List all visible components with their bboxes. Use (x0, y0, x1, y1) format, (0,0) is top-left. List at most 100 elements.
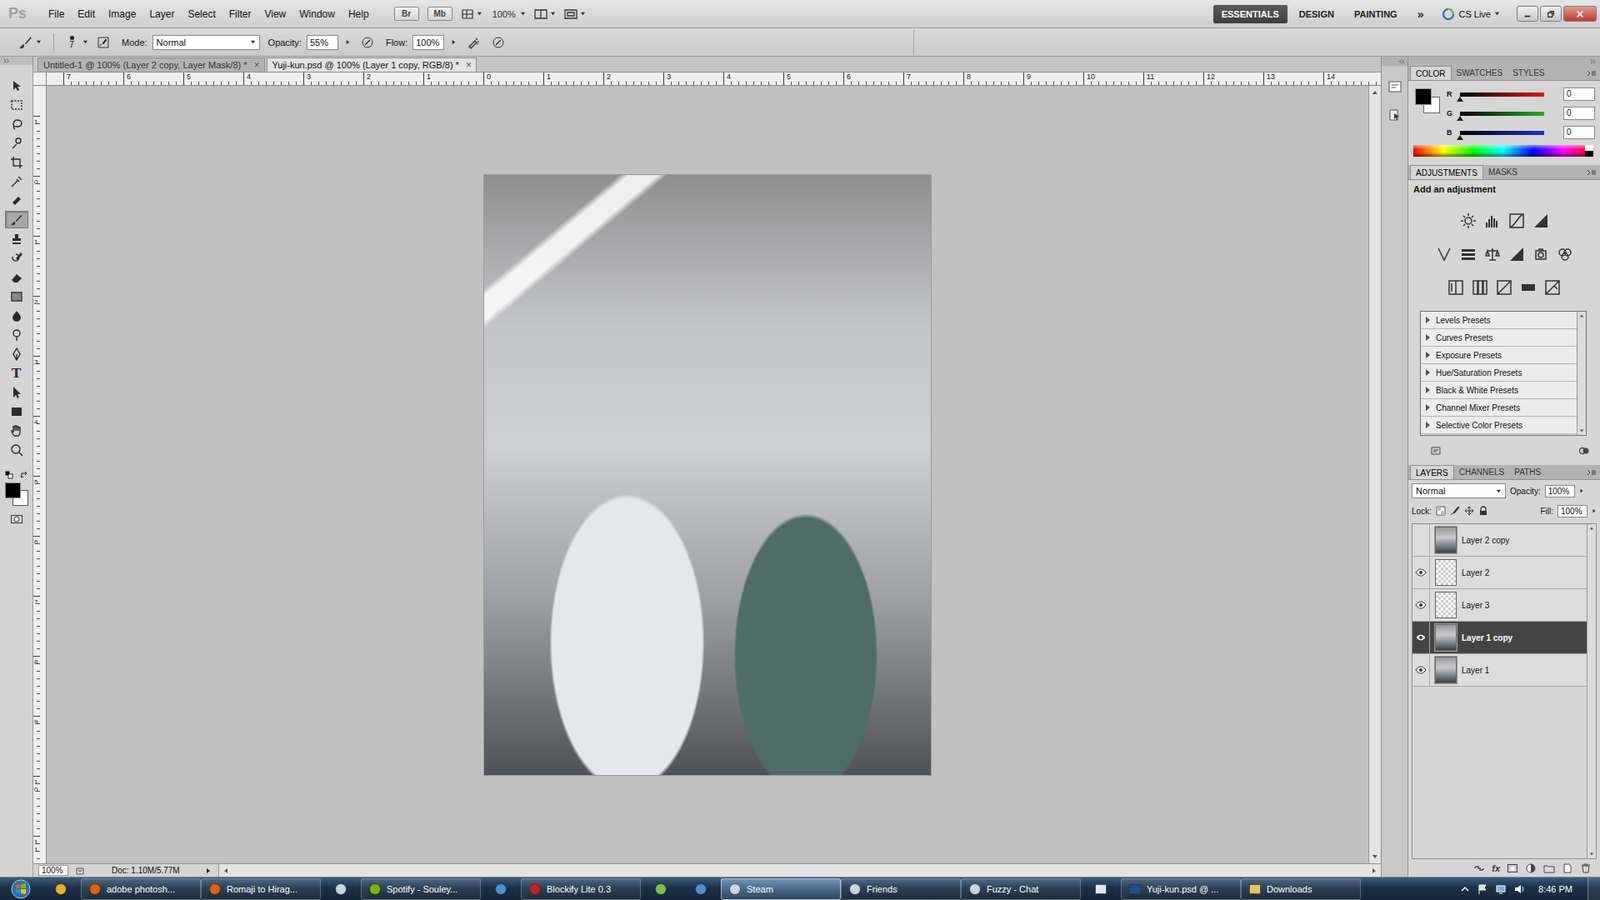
panel-tab[interactable]: SWATCHES (1451, 65, 1509, 80)
panel-tab[interactable]: CHANNELS (1454, 465, 1510, 480)
layer-row[interactable]: Layer 1 copy (1412, 621, 1587, 655)
panel-tab[interactable]: PATHS (1509, 465, 1546, 480)
layer-row[interactable]: Layer 3 (1412, 589, 1587, 622)
scroll-down-icon[interactable] (1589, 851, 1595, 857)
adjustment-icon[interactable] (1532, 212, 1550, 230)
preset-scrollbar[interactable] (1576, 311, 1586, 435)
volume-icon[interactable] (1513, 883, 1525, 895)
taskbar-item[interactable]: adobe photosh... (80, 878, 201, 900)
slider-track[interactable] (1460, 92, 1545, 97)
zoom-field[interactable]: 100% (38, 865, 69, 876)
tool-button[interactable] (5, 421, 29, 440)
tool-button[interactable] (5, 210, 29, 229)
arrange-documents-button[interactable] (534, 7, 556, 21)
taskbar-item[interactable] (40, 878, 81, 900)
tool-button[interactable] (5, 134, 29, 152)
menu-item[interactable]: Filter (222, 8, 259, 20)
preset-row[interactable]: Hue/Saturation Presets (1420, 364, 1577, 382)
scroll-left-icon[interactable] (222, 867, 230, 875)
taskbar-item[interactable]: Steam (720, 878, 841, 900)
scroll-up-icon[interactable] (1371, 89, 1379, 96)
layer-opacity-field[interactable]: 100% (1545, 485, 1575, 498)
vertical-scrollbar[interactable] (1368, 85, 1381, 864)
menu-item[interactable]: Edit (70, 8, 102, 20)
clock[interactable]: 8:46 PM (1538, 884, 1573, 895)
tool-button[interactable]: T (5, 364, 29, 382)
menu-item[interactable]: Select (180, 8, 222, 20)
screen-mode-button[interactable] (564, 7, 586, 21)
disclosure-icon[interactable] (1425, 351, 1430, 359)
slider-track[interactable] (1460, 130, 1545, 135)
restore-button[interactable] (1540, 5, 1562, 22)
adjustment-icon[interactable] (1556, 245, 1574, 263)
disclosure-icon[interactable] (1425, 404, 1430, 411)
menu-item[interactable]: File (41, 8, 71, 20)
adjustment-layer-icon[interactable] (1525, 862, 1537, 875)
status-menu-icon[interactable] (205, 867, 212, 875)
visibility-toggle[interactable] (1412, 621, 1430, 654)
panel-tab[interactable]: ADJUSTMENTS (1410, 165, 1484, 180)
bridge-button[interactable]: Br (394, 6, 420, 21)
scroll-up-icon[interactable] (1579, 313, 1585, 319)
workspace-button[interactable]: DESIGN (1290, 5, 1343, 24)
menu-item[interactable]: Layer (142, 8, 181, 20)
flow-slider-button[interactable] (449, 39, 459, 45)
adjustment-icon[interactable] (1508, 245, 1525, 263)
visibility-toggle[interactable] (1412, 654, 1430, 686)
adjustment-icon[interactable] (1471, 279, 1489, 296)
scroll-right-icon[interactable] (1370, 867, 1378, 875)
disclosure-icon[interactable] (1425, 386, 1430, 394)
tool-button[interactable] (5, 325, 29, 344)
view-extras-button[interactable] (460, 7, 483, 21)
adjustment-icon[interactable] (1532, 245, 1550, 263)
tool-button[interactable] (5, 95, 29, 114)
blend-mode-select[interactable]: Normal (1411, 483, 1506, 499)
taskbar-item[interactable]: Friends (840, 878, 961, 900)
taskbar-item[interactable]: Spotify - Souley... (360, 878, 481, 900)
ruler-origin[interactable] (33, 72, 47, 85)
mode-select[interactable]: Normal (152, 35, 260, 50)
slider-track[interactable] (1460, 111, 1545, 116)
preset-row[interactable]: Selective Color Presets (1420, 416, 1577, 435)
disclosure-icon[interactable] (1425, 334, 1430, 341)
adjustment-icon[interactable] (1508, 212, 1525, 230)
show-hidden-icons-icon[interactable] (1460, 884, 1470, 895)
opacity-field[interactable]: 55% (306, 35, 339, 50)
adjustment-icon[interactable] (1495, 279, 1513, 296)
channel-value-field[interactable]: 0 (1563, 106, 1595, 120)
preset-row[interactable]: Levels Presets (1420, 311, 1577, 330)
tool-button[interactable] (5, 115, 29, 133)
scroll-down-icon[interactable] (1371, 853, 1379, 860)
adjustment-icon[interactable] (1447, 279, 1465, 296)
clip-to-layer-icon[interactable] (1578, 445, 1590, 457)
channel-value-field[interactable]: 0 (1563, 125, 1595, 140)
more-workspaces-button[interactable]: » (1409, 7, 1433, 21)
pressure-size-toggle[interactable] (488, 35, 509, 50)
brush-preset-picker[interactable]: 7 (65, 35, 78, 50)
adjustment-icon[interactable] (1520, 279, 1537, 296)
taskbar-item[interactable]: Blockify Lite 0.3 (520, 878, 641, 900)
brush-panel-toggle[interactable] (93, 35, 114, 50)
panel-tab[interactable]: MASKS (1483, 165, 1523, 180)
mask-icon[interactable] (1506, 862, 1519, 875)
scroll-up-icon[interactable] (1589, 525, 1595, 531)
mini-bridge-button[interactable]: Mb (427, 6, 453, 21)
menu-item[interactable]: Image (101, 8, 143, 20)
panel-tab[interactable]: STYLES (1507, 65, 1550, 80)
adjustment-icon[interactable] (1435, 245, 1453, 263)
layer-row[interactable]: Layer 2 copy (1412, 524, 1587, 557)
panel-menu-icon[interactable] (1586, 169, 1597, 176)
network-icon[interactable] (1495, 883, 1507, 895)
lock-transparency-icon[interactable] (1435, 505, 1446, 516)
zoom-dropdown[interactable]: 100% (490, 9, 526, 20)
mini-bridge-panel-button[interactable] (1387, 79, 1403, 95)
layer-row[interactable]: Layer 2 (1412, 556, 1587, 590)
adjustment-icon[interactable] (1544, 279, 1561, 296)
document-tab[interactable]: Yuji-kun.psd @ 100% (Layer 1 copy, RGB/8… (266, 57, 477, 72)
panel-tab[interactable]: LAYERS (1410, 465, 1455, 480)
action-center-icon[interactable] (1476, 883, 1489, 895)
taskbar-item[interactable] (680, 878, 721, 900)
tool-button[interactable] (5, 249, 29, 267)
default-colors-icon[interactable] (5, 470, 14, 480)
cs-live-button[interactable]: CS Live (1435, 7, 1507, 21)
